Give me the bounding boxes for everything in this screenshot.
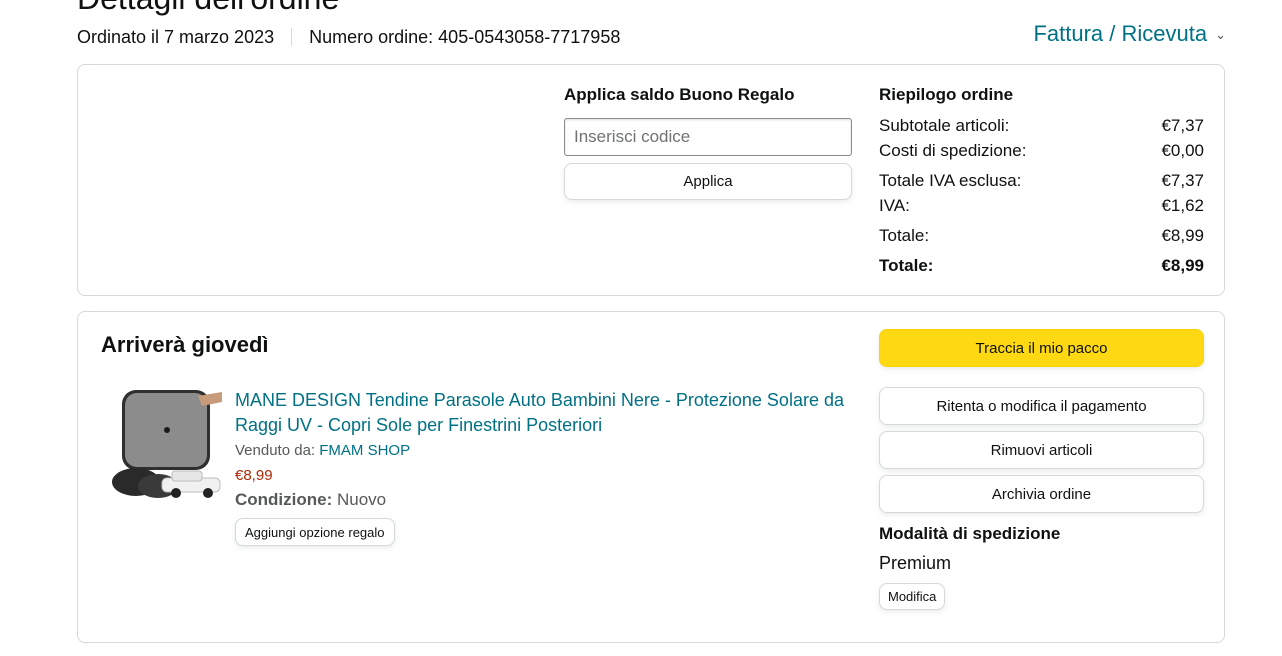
retry-payment-button[interactable]: Ritenta o modifica il pagamento [879,387,1204,425]
page-title: Dettagli dell'ordine [77,0,339,18]
invoice-dropdown[interactable]: Fattura / Ricevuta ⌄ [1033,20,1226,48]
order-meta: Ordinato il 7 marzo 2023 Numero ordine: … [77,26,620,48]
summary-row-subtotal: Subtotale articoli: €7,37 [879,113,1204,138]
summary-title: Riepilogo ordine [879,85,1014,104]
chevron-down-icon: ⌄ [1215,27,1226,42]
summary-label: Totale IVA esclusa: [879,171,1022,190]
summary-value: €8,99 [1161,256,1204,275]
summary-value: €1,62 [1161,196,1204,215]
sold-by-label: Venduto da: [235,442,316,459]
summary-value: €8,99 [1161,226,1204,245]
arrival-heading: Arriverà giovedì [101,332,269,357]
modify-shipping-button[interactable]: Modifica [879,583,946,610]
order-summary: Riepilogo ordine Subtotale articoli: €7,… [879,85,1204,278]
summary-label: IVA: [879,196,910,215]
product-title-link[interactable]: MANE DESIGN Tendine Parasole Auto Bambin… [235,388,855,438]
apply-gift-button[interactable]: Applica [564,163,852,200]
summary-row-shipping: Costi di spedizione: €0,00 [879,138,1204,163]
gift-code-input[interactable] [564,118,852,156]
summary-value: €7,37 [1161,116,1204,135]
summary-row-total: Totale: €8,99 [879,223,1204,248]
sold-by: Venduto da: FMAM SHOP [235,442,410,459]
order-summary-card: Applica saldo Buono Regalo Applica Riepi… [77,64,1225,296]
add-gift-option-button[interactable]: Aggiungi opzione regalo [235,518,395,546]
seller-link[interactable]: FMAM SHOP [319,442,410,459]
divider [291,28,293,46]
shipment-card: Arriverà giovedì MANE DESIGN Tendine Par… [77,311,1225,643]
order-number: Numero ordine: 405-0543058-7717958 [309,27,621,47]
summary-value: €7,37 [1161,171,1204,190]
summary-row-net-total: Totale IVA esclusa: €7,37 [879,168,1204,193]
product-image[interactable] [106,386,224,502]
gift-card-title: Applica saldo Buono Regalo [564,85,795,104]
order-date: Ordinato il 7 marzo 2023 [77,27,275,47]
product-condition: Condizione: Nuovo [235,490,386,510]
condition-value: Nuovo [337,490,387,509]
summary-label: Costi di spedizione: [879,141,1027,160]
summary-label: Subtotale articoli: [879,116,1010,135]
summary-value: €0,00 [1161,141,1204,160]
summary-label: Totale: [879,226,930,245]
invoice-link-label[interactable]: Fattura / Ricevuta [1033,21,1207,47]
remove-items-button[interactable]: Rimuovi articoli [879,431,1204,469]
shipping-mode-value: Premium [879,553,952,573]
shipping-mode-title: Modalità di spedizione [879,524,1061,543]
product-price: €8,99 [235,467,273,484]
condition-label: Condizione: [235,490,333,509]
summary-row-grand-total: Totale: €8,99 [879,253,1204,278]
summary-label: Totale: [879,256,934,275]
summary-row-vat: IVA: €1,62 [879,193,1204,218]
archive-order-button[interactable]: Archivia ordine [879,475,1204,513]
track-package-button[interactable]: Traccia il mio pacco [879,329,1204,367]
